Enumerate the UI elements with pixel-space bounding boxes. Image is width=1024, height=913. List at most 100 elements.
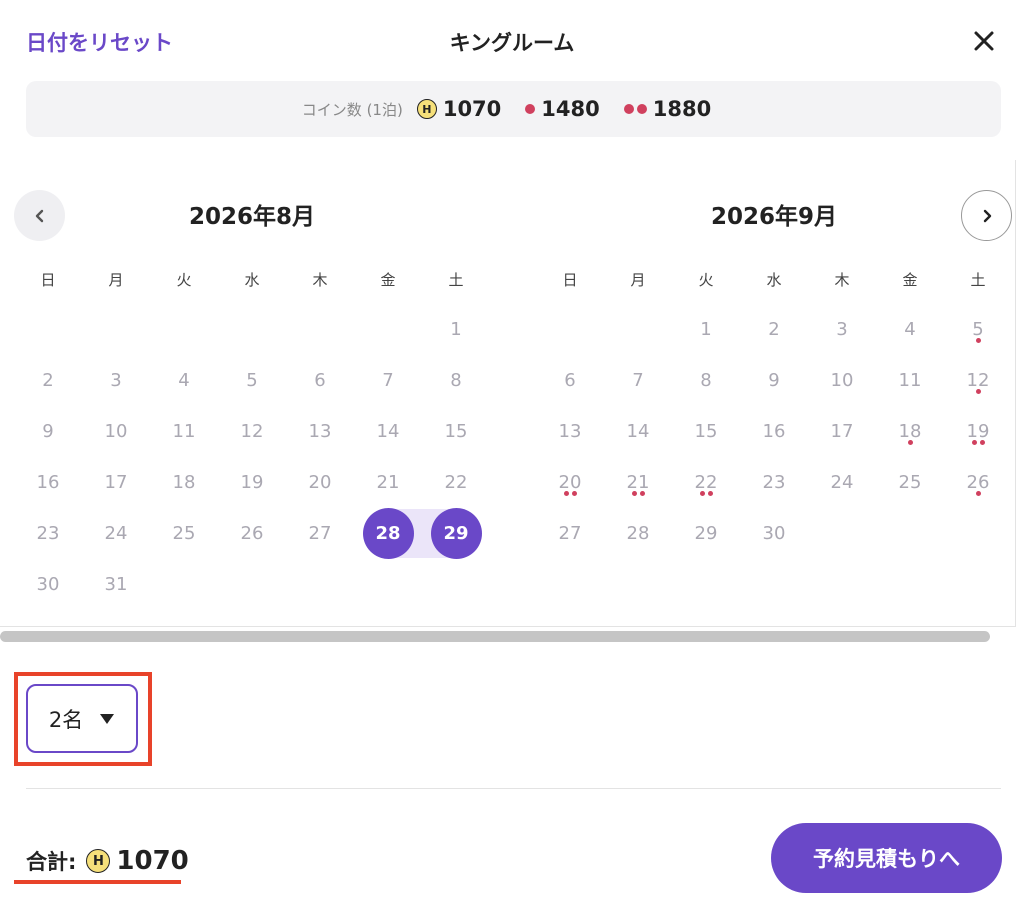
day-number: 26: [966, 472, 990, 493]
weekday-header: 日月火水木金土: [14, 269, 490, 290]
calendar-day-26[interactable]: 26: [944, 457, 1012, 508]
calendar-day-16[interactable]: 16: [14, 457, 82, 508]
calendar-day-14[interactable]: 14: [354, 406, 422, 457]
day-number: 20: [308, 472, 332, 493]
calendar-day-8[interactable]: 8: [672, 355, 740, 406]
calendar-day-11[interactable]: 11: [876, 355, 944, 406]
day-number: 20: [558, 472, 582, 493]
coin-price-two-dots: 1880: [623, 97, 711, 121]
coin-price-one-dot: 1480: [525, 97, 600, 121]
calendar-day-9[interactable]: 9: [14, 406, 82, 457]
calendar-day-14[interactable]: 14: [604, 406, 672, 457]
calendar-day-18[interactable]: 18: [876, 406, 944, 457]
calendar-day-17[interactable]: 17: [808, 406, 876, 457]
day-number: 30: [762, 523, 786, 544]
calendar-day-23[interactable]: 23: [740, 457, 808, 508]
day-number: 3: [110, 370, 122, 391]
price-tier-dots: [944, 491, 1012, 496]
calendar-day-27[interactable]: 27: [536, 508, 604, 559]
calendar-empty-cell: [354, 304, 422, 355]
calendar-day-9[interactable]: 9: [740, 355, 808, 406]
calendar-day-11[interactable]: 11: [150, 406, 218, 457]
calendar-day-3[interactable]: 3: [808, 304, 876, 355]
calendar-day-13[interactable]: 13: [286, 406, 354, 457]
day-number: 22: [694, 472, 718, 493]
calendar-day-16[interactable]: 16: [740, 406, 808, 457]
day-number: 27: [558, 523, 582, 544]
price-dot-icon: [571, 491, 577, 496]
weekday-label: 火: [176, 271, 192, 289]
calendar-day-4[interactable]: 4: [150, 355, 218, 406]
calendar-day-15[interactable]: 15: [672, 406, 740, 457]
calendar-day-21[interactable]: 21: [604, 457, 672, 508]
price-tier-dots: [672, 491, 740, 496]
calendar-day-25[interactable]: 25: [876, 457, 944, 508]
calendar-day-23[interactable]: 23: [14, 508, 82, 559]
calendar-day-13[interactable]: 13: [536, 406, 604, 457]
calendar-day-20[interactable]: 20: [286, 457, 354, 508]
calendar-day-2[interactable]: 2: [14, 355, 82, 406]
calendar-day-6[interactable]: 6: [286, 355, 354, 406]
reset-dates-link[interactable]: 日付をリセット: [26, 27, 173, 57]
calendar-day-30[interactable]: 30: [740, 508, 808, 559]
calendar-day-6[interactable]: 6: [536, 355, 604, 406]
calendar-day-22[interactable]: 22: [672, 457, 740, 508]
day-number: 4: [904, 319, 916, 340]
calendar-day-19[interactable]: 19: [218, 457, 286, 508]
calendar-day-31[interactable]: 31: [82, 559, 150, 610]
calendar-day-5[interactable]: 5: [944, 304, 1012, 355]
calendar-day-30[interactable]: 30: [14, 559, 82, 610]
price-tier-dots: [876, 440, 944, 445]
calendar-day-20[interactable]: 20: [536, 457, 604, 508]
calendar-day-8[interactable]: 8: [422, 355, 490, 406]
calendar-day-28[interactable]: 28: [354, 508, 422, 559]
calendar-day-24[interactable]: 24: [82, 508, 150, 559]
calendar-day-28[interactable]: 28: [604, 508, 672, 559]
calendar-day-10[interactable]: 10: [82, 406, 150, 457]
day-number: 19: [966, 421, 990, 442]
day-number: 13: [308, 421, 332, 442]
calendar-day-10[interactable]: 10: [808, 355, 876, 406]
guest-count-select[interactable]: 2名: [26, 684, 138, 753]
coin-price-label: コイン数 (1泊): [301, 100, 403, 119]
close-button[interactable]: [966, 26, 1002, 56]
calendar-day-26[interactable]: 26: [218, 508, 286, 559]
calendar-day-29[interactable]: 29: [672, 508, 740, 559]
calendar-day-27[interactable]: 27: [286, 508, 354, 559]
day-number: 2: [768, 319, 780, 340]
calendar-day-1[interactable]: 1: [422, 304, 490, 355]
calendar-day-4[interactable]: 4: [876, 304, 944, 355]
calendar-day-29[interactable]: 29: [422, 508, 490, 559]
h-coin-icon: H: [86, 849, 111, 873]
calendar-day-21[interactable]: 21: [354, 457, 422, 508]
quote-button[interactable]: 予約見積もりへ: [771, 823, 1002, 893]
weekday-label: 金: [380, 271, 396, 289]
price-tier-dots: [944, 389, 1012, 394]
calendar-day-7[interactable]: 7: [354, 355, 422, 406]
coin-price-value: 1480: [541, 97, 600, 121]
calendar-day-1[interactable]: 1: [672, 304, 740, 355]
day-number: 17: [104, 472, 128, 493]
calendar-day-7[interactable]: 7: [604, 355, 672, 406]
calendar-day-25[interactable]: 25: [150, 508, 218, 559]
calendar-day-19[interactable]: 19: [944, 406, 1012, 457]
calendar-day-15[interactable]: 15: [422, 406, 490, 457]
calendar-day-2[interactable]: 2: [740, 304, 808, 355]
price-tier-dots: [536, 491, 604, 496]
day-number: 21: [626, 472, 650, 493]
calendar-day-24[interactable]: 24: [808, 457, 876, 508]
calendar-day-12[interactable]: 12: [944, 355, 1012, 406]
price-dot-icon: [699, 491, 705, 496]
price-dot-icon: [631, 491, 637, 496]
day-number: 24: [830, 472, 854, 493]
calendar-day-3[interactable]: 3: [82, 355, 150, 406]
day-number: 17: [830, 421, 854, 442]
h-coin-icon: H: [416, 99, 437, 119]
horizontal-scrollbar[interactable]: [0, 631, 990, 642]
calendar-day-22[interactable]: 22: [422, 457, 490, 508]
calendar-day-12[interactable]: 12: [218, 406, 286, 457]
calendar-empty-cell: [82, 304, 150, 355]
calendar-day-5[interactable]: 5: [218, 355, 286, 406]
calendar-day-17[interactable]: 17: [82, 457, 150, 508]
calendar-day-18[interactable]: 18: [150, 457, 218, 508]
